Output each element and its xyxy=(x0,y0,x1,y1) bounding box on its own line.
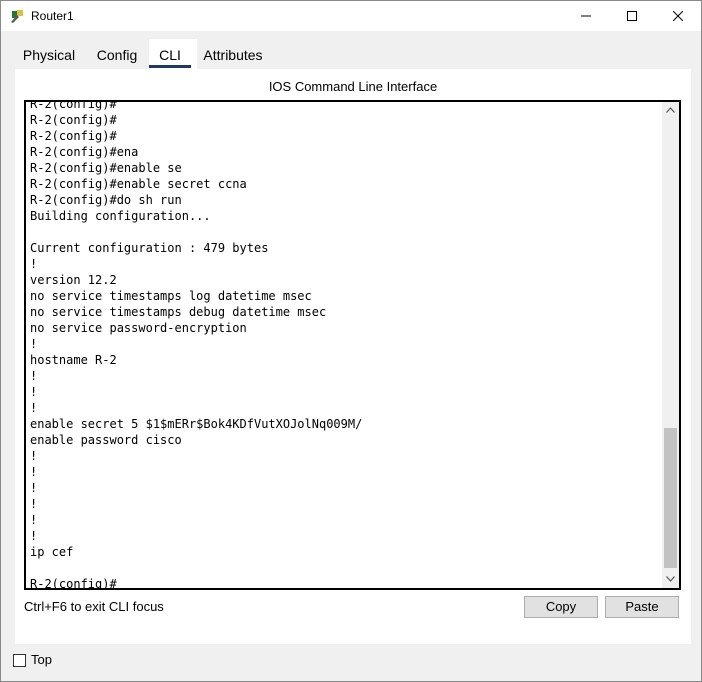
terminal-output[interactable]: R-2(config)# R-2(config)# R-2(config)# R-2(… xyxy=(30,100,658,590)
scroll-up-button[interactable] xyxy=(662,102,679,119)
top-label: Top xyxy=(31,652,52,667)
terminal-scrollbar[interactable] xyxy=(662,102,679,588)
terminal-line: ip cef xyxy=(30,545,74,559)
tab-attributes[interactable]: Attributes xyxy=(201,41,265,69)
title-bar[interactable]: Router1 xyxy=(1,1,701,31)
terminal-line: no service timestamps debug datetime mse… xyxy=(30,305,327,319)
maximize-button[interactable] xyxy=(609,1,655,31)
terminal-line: ! xyxy=(30,369,38,383)
terminal-line: no service password-encryption xyxy=(30,321,247,335)
terminal-line: version 12.2 xyxy=(30,273,117,287)
router-icon xyxy=(10,8,26,24)
terminal-line: R-2(config)#ena xyxy=(30,145,139,159)
router-window: Router1 Physical Config CLI Attributes I… xyxy=(0,0,702,682)
terminal-line: Current configuration : 479 bytes xyxy=(30,241,269,255)
terminal-line: ! xyxy=(30,401,38,415)
terminal-line: ! xyxy=(30,465,38,479)
terminal-line: hostname R-2 xyxy=(30,353,117,367)
terminal-line: Building configuration... xyxy=(30,209,211,223)
terminal-line: R-2(config)#do sh run xyxy=(30,193,182,207)
tab-config[interactable]: Config xyxy=(93,41,141,69)
chevron-up-icon xyxy=(666,107,675,113)
paste-button[interactable]: Paste xyxy=(605,596,679,618)
terminal-line: R-2(config)# xyxy=(30,100,117,111)
terminal-line: R-2(config)#enable secret ccna xyxy=(30,177,247,191)
copy-button[interactable]: Copy xyxy=(524,596,598,618)
terminal-line: ! xyxy=(30,513,38,527)
terminal-line: ! xyxy=(30,497,38,511)
close-icon xyxy=(673,11,683,21)
terminal-line: R-2(config)# xyxy=(30,577,117,590)
chevron-down-icon xyxy=(666,576,675,582)
terminal-line: ! xyxy=(30,337,38,351)
terminal-line: ! xyxy=(30,257,38,271)
cli-heading: IOS Command Line Interface xyxy=(268,79,438,94)
terminal-line: ! xyxy=(30,385,38,399)
cli-terminal[interactable]: R-2(config)# R-2(config)# R-2(config)# R-2(… xyxy=(24,100,681,590)
terminal-line: ! xyxy=(30,529,38,543)
active-tab-indicator xyxy=(149,65,191,68)
tab-bar: Physical Config CLI Attributes xyxy=(15,39,685,69)
close-button[interactable] xyxy=(655,1,701,31)
terminal-line: enable secret 5 $1$mERr$Bok4KDfVutXOJolN… xyxy=(30,417,363,431)
terminal-line: enable password cisco xyxy=(30,433,182,447)
minimize-button[interactable] xyxy=(563,1,609,31)
scroll-thumb[interactable] xyxy=(664,428,677,568)
top-checkbox[interactable] xyxy=(13,654,26,667)
terminal-line: R-2(config)# xyxy=(30,129,117,143)
tab-physical[interactable]: Physical xyxy=(15,41,83,69)
cli-focus-hint: Ctrl+F6 to exit CLI focus xyxy=(24,599,164,614)
minimize-icon xyxy=(581,15,591,17)
terminal-line: ! xyxy=(30,449,38,463)
terminal-line: R-2(config)#enable se xyxy=(30,161,182,175)
scroll-down-button[interactable] xyxy=(662,571,679,588)
terminal-line: R-2(config)# xyxy=(30,113,117,127)
terminal-line: ! xyxy=(30,481,38,495)
terminal-line: no service timestamps log datetime msec xyxy=(30,289,312,303)
maximize-icon xyxy=(627,11,637,21)
window-title: Router1 xyxy=(31,9,74,23)
